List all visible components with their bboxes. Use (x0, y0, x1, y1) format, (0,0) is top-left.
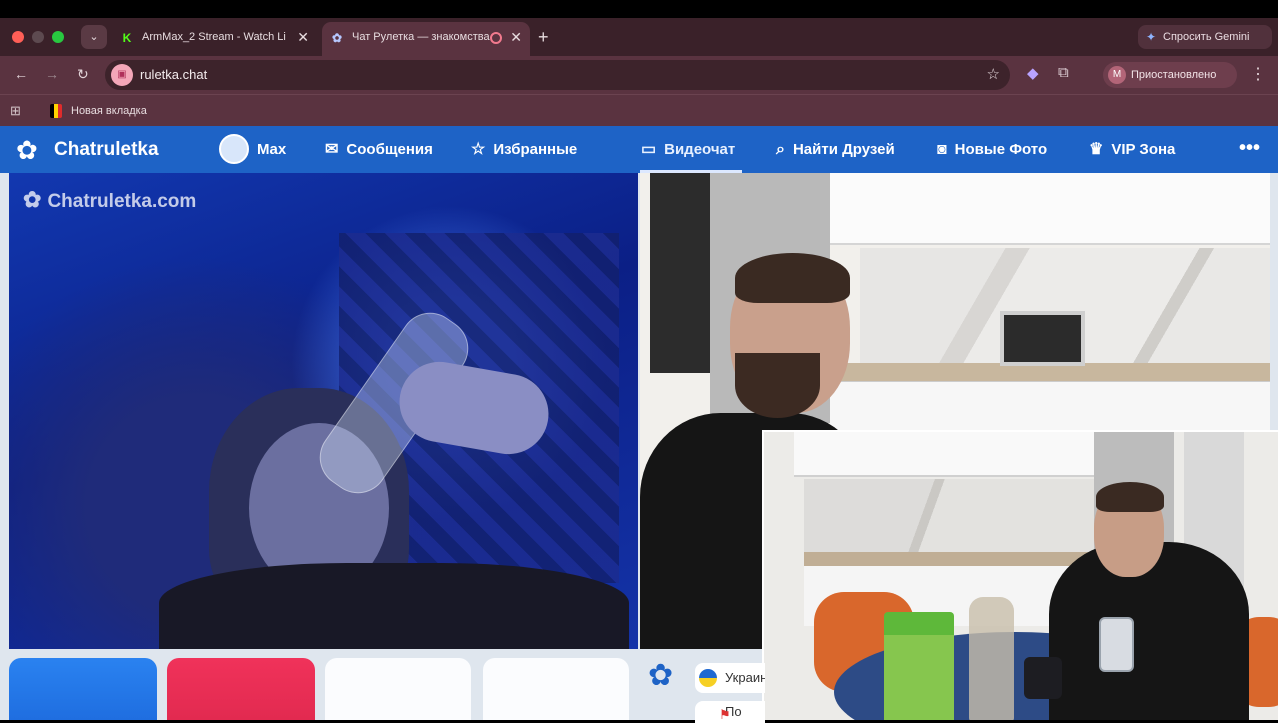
browser-menu-icon[interactable]: ⋮ (1250, 64, 1266, 84)
nav-find-friends-label: Найти Друзей (792, 141, 895, 158)
site-camera-icon[interactable]: ▣ (111, 64, 133, 86)
stop-button[interactable] (167, 658, 315, 720)
kitchen-doorway (650, 173, 710, 373)
watermark-text: Chatruletka.com (47, 191, 197, 212)
nav-vip-label: VIP Зона (1111, 141, 1176, 158)
chatruletka-logo-icon: ✿ (23, 187, 42, 212)
tab-search-button[interactable]: ⌄ (81, 25, 107, 49)
maximize-window-button[interactable] (52, 31, 64, 43)
streamer-beard (735, 353, 820, 418)
videochat-area: ✿ Chatruletka.com ✿ Украин ⚑ По (0, 173, 1278, 723)
nav-messages-label: Сообщения (346, 141, 433, 158)
video-camera-icon: ▭ (641, 141, 657, 158)
envelope-icon: ✉ (325, 141, 339, 158)
tab-title: Чат Рулетка — знакомства (352, 31, 490, 43)
extension-icon[interactable]: ◆ (1027, 64, 1039, 82)
kick-icon: K (122, 31, 132, 45)
chatruletka-logo-icon[interactable]: ✿ (16, 135, 46, 165)
flag-icon: ⚑ (719, 707, 731, 722)
minimize-window-button[interactable] (32, 31, 44, 43)
nav-profile[interactable]: Max (219, 126, 286, 173)
control-button[interactable] (325, 658, 471, 720)
browser-toolbar: ← → ↻ ▣ ruletka.chat ☆ ◆ ⧉ M Приостановл… (0, 56, 1278, 94)
gemini-label: Спросить Gemini (1163, 31, 1250, 43)
streamer-hair (735, 253, 850, 303)
overlay-streamer-hair (1096, 482, 1164, 512)
profile-status-button[interactable]: M Приостановлено (1103, 62, 1237, 88)
chatruletka-logo-icon: ✿ (648, 659, 674, 692)
bookmark-star-icon[interactable]: ☆ (987, 60, 1000, 90)
partner-shirt (159, 563, 629, 649)
apps-grid-icon[interactable]: ⊞ (10, 103, 21, 119)
bookmark-new-tab[interactable]: Новая вкладка (71, 95, 147, 127)
chatruletka-icon: ✿ (331, 31, 343, 45)
close-icon[interactable]: ✕ (510, 22, 522, 52)
nav-videochat-label: Видеочат (664, 141, 736, 158)
forward-arrow-icon[interactable]: → (45, 64, 59, 84)
bookmarks-bar: ⊞ Новая вкладка (0, 94, 1278, 126)
control-button[interactable] (483, 658, 629, 720)
overlay-cup (1024, 657, 1062, 699)
reload-icon[interactable]: ↻ (77, 64, 89, 84)
start-button[interactable] (9, 658, 157, 720)
camera-icon: ◙ (937, 141, 947, 158)
nav-find-friends[interactable]: ⌕ Найти Друзей (776, 126, 895, 173)
close-window-button[interactable] (12, 31, 24, 43)
star-icon: ☆ (471, 141, 486, 158)
stream-camera-overlay (762, 430, 1278, 720)
nav-new-photos-label: Новые Фото (954, 141, 1048, 158)
nav-profile-label: Max (257, 141, 287, 158)
overlay-cabinets (794, 432, 1094, 477)
bookmark-flag-icon (50, 104, 62, 118)
tab-kick-stream[interactable]: K ArmMax_2 Stream - Watch Li ✕ (112, 22, 317, 56)
overlay-phone (1099, 617, 1134, 672)
nav-favorites[interactable]: ☆ Избранные (471, 126, 577, 173)
overlay-backsplash (804, 479, 1104, 554)
country-label: Украина (725, 670, 765, 685)
gemini-button[interactable]: ✦ Спросить Gemini (1138, 25, 1272, 49)
kitchen-counter (830, 363, 1270, 383)
nav-favorites-label: Избранные (493, 141, 578, 158)
site-logo[interactable]: Chatruletka (54, 126, 159, 173)
nav-messages[interactable]: ✉ Сообщения (325, 126, 433, 173)
kitchen-microwave (1000, 311, 1085, 366)
url-text[interactable]: ruletka.chat (140, 60, 207, 90)
overlay-juice-carton (884, 612, 954, 720)
browser-tab-strip: ⌄ K ArmMax_2 Stream - Watch Li ✕ ✿ Чат Р… (0, 18, 1278, 56)
profile-status-label: Приостановлено (1131, 69, 1217, 81)
nav-videochat[interactable]: ▭ Видеочат (641, 126, 735, 173)
overlay-counter (804, 552, 1104, 566)
profile-avatar: M (1108, 66, 1126, 84)
overlay-bottle (969, 597, 1014, 720)
kitchen-upper-cabinets (830, 173, 1270, 245)
video-watermark: ✿ Chatruletka.com (23, 187, 196, 213)
new-tab-button[interactable]: + (538, 25, 549, 49)
back-arrow-icon[interactable]: ← (14, 64, 28, 84)
nav-new-photos[interactable]: ◙ Новые Фото (937, 126, 1047, 173)
address-bar[interactable]: ▣ ruletka.chat ☆ (105, 60, 1010, 90)
user-avatar (219, 134, 249, 165)
close-icon[interactable]: ✕ (297, 22, 309, 52)
screen-top-edge (0, 0, 1278, 18)
recording-indicator-icon (490, 32, 502, 44)
ukraine-flag-icon (699, 669, 717, 687)
gemini-sparkle-icon: ✦ (1146, 30, 1157, 44)
partner-video: ✿ Chatruletka.com (9, 173, 638, 649)
tab-chatruletka[interactable]: ✿ Чат Рулетка — знакомства ✕ (322, 22, 530, 56)
nav-vip[interactable]: ♛ VIP Зона (1089, 126, 1175, 173)
crown-icon: ♛ (1089, 141, 1104, 158)
tab-title: ArmMax_2 Stream - Watch Li (142, 31, 286, 43)
more-menu-icon[interactable]: ••• (1239, 126, 1260, 170)
site-header: ✿ Chatruletka Max ✉ Сообщения ☆ Избранные … (0, 126, 1278, 173)
country-selector[interactable]: Украина (695, 663, 765, 693)
search-icon: ⌕ (776, 141, 785, 158)
extensions-puzzle-icon[interactable]: ⧉ (1058, 64, 1069, 81)
